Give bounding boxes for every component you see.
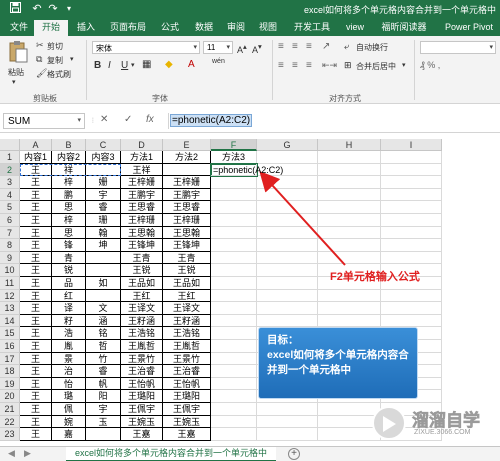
- goal-callout: 目标： excel如何将多个单元格内容合并到一个单元格中: [258, 327, 418, 399]
- goal-text: excel如何将多个单元格内容合并到一个单元格中: [267, 349, 409, 376]
- sheet-tab-bar: ◀ ▶ excel如何将多个单元格内容合并到一个单元格中 +: [0, 446, 500, 461]
- goal-title: 目标：: [267, 334, 299, 346]
- watermark-url: ZIXUE.3066.COM: [414, 429, 471, 436]
- scroll-right-icon[interactable]: ▶: [24, 448, 31, 459]
- scroll-left-icon[interactable]: ◀: [8, 448, 15, 459]
- annotation-arrow: [259, 171, 346, 266]
- play-logo-icon: [372, 406, 406, 440]
- add-sheet-icon[interactable]: +: [288, 448, 300, 460]
- arrow-label: F2单元格输入公式: [330, 271, 420, 283]
- cell-f2[interactable]: =phonetic(A2:C2): [211, 163, 283, 177]
- watermark-brand: 溜溜自学: [412, 411, 481, 431]
- watermark: 溜溜自学 ZIXUE.3066.COM: [372, 404, 494, 444]
- sheet-tab[interactable]: excel如何将多个单元格内容合并到一个单元格中: [66, 447, 276, 461]
